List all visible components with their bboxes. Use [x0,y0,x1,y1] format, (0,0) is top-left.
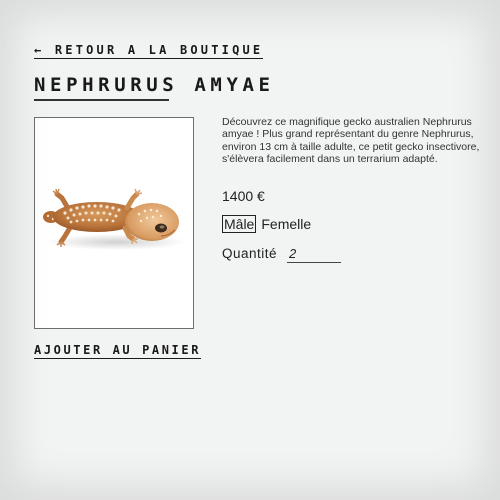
add-to-cart-button[interactable]: AJOUTER AU PANIER [34,343,202,359]
quantity-input[interactable] [287,246,342,263]
variant-male-option[interactable]: Mâle [222,215,257,233]
product-price: 1400 € [222,188,265,204]
quantity-row: Quantité [222,246,342,263]
product-description: Découvrez ce magnifique gecko australien… [222,116,480,165]
title-underline [34,99,169,101]
quantity-label: Quantité [222,246,278,261]
back-to-shop-link[interactable]: ← RETOUR A LA BOUTIQUE [34,43,264,59]
product-image [34,117,194,329]
variant-female-option[interactable]: Femelle [259,215,313,233]
variant-selector: Mâle Femelle [222,215,316,233]
gecko-illustration [43,188,187,250]
product-title: NEPHRURUS AMYAE [34,74,275,96]
